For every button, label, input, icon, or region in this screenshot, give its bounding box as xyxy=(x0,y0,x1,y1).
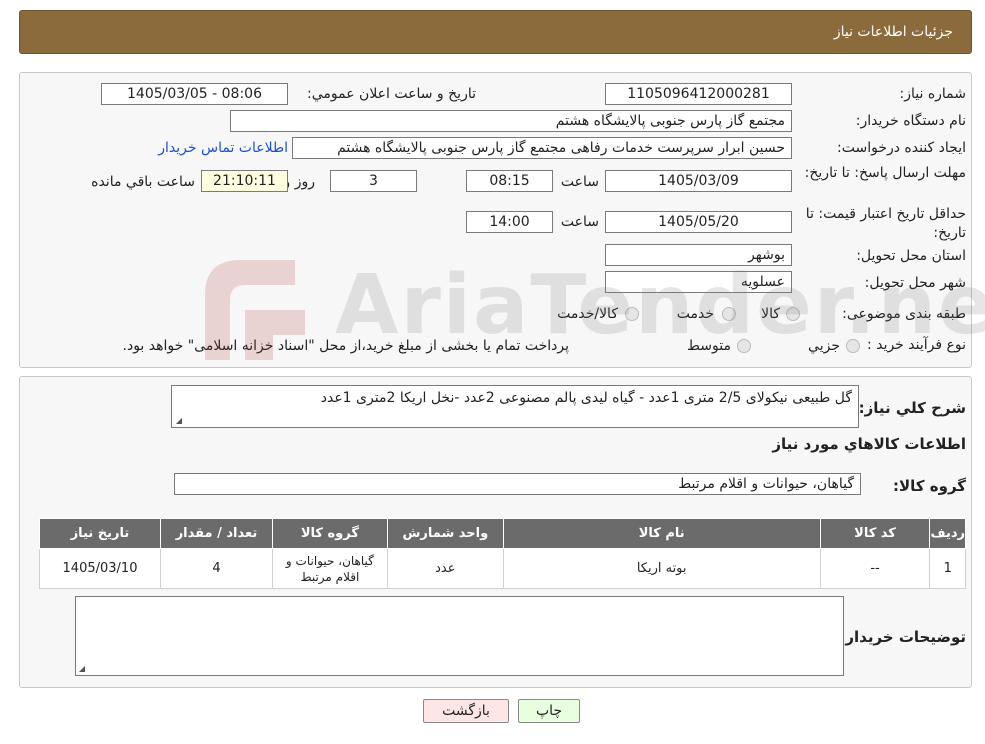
category-label: طبقه بندی موضوعی: xyxy=(842,306,966,322)
cell-group: گیاهان، حیوانات و اقلام مرتبط xyxy=(271,548,388,589)
col-unit: واحد شمارش xyxy=(386,518,504,549)
province-field: بوشهر xyxy=(605,244,792,266)
buyer-field: مجتمع گاز پارس جنوبی پالایشگاه هشتم xyxy=(230,110,792,132)
process-radio-minor[interactable] xyxy=(846,339,860,353)
buyer-contact-link[interactable]: اطلاعات تماس خريدار xyxy=(158,140,288,156)
group-field: گیاهان، حیوانات و اقلام مرتبط xyxy=(174,473,861,495)
deadline-label: مهلت ارسال پاسخ: تا تاريخ: xyxy=(801,164,966,183)
category-radio-goods[interactable] xyxy=(786,307,800,321)
need-number-field: 1105096412000281 xyxy=(605,83,792,105)
col-group: گروه کالا xyxy=(271,518,388,549)
validity-time-label: ساعت xyxy=(560,214,599,230)
validity-time-field: 14:00 xyxy=(466,211,553,233)
buyer-label: نام دستگاه خريدار: xyxy=(855,113,966,129)
table-row: 1 -- بوته اریکا عدد گیاهان، حیوانات و اق… xyxy=(39,548,966,589)
resize-handle-icon[interactable]: ◢ xyxy=(174,417,182,425)
cell-date: 1405/03/10 xyxy=(39,548,161,589)
category-radio-both[interactable] xyxy=(625,307,639,321)
process-option-minor: جزيي xyxy=(808,338,840,354)
group-label: گروه کالا: xyxy=(893,477,966,495)
process-treasury-note: پرداخت تمام يا بخشی از مبلغ خريد،از محل … xyxy=(122,338,569,354)
col-date: تاريخ نياز xyxy=(39,518,161,549)
announce-field: 1405/03/05 - 08:06 xyxy=(101,83,288,105)
days-field: 3 xyxy=(330,170,417,192)
buyer-notes-textarea[interactable]: ◢ xyxy=(75,596,844,676)
items-heading: اطلاعات کالاهاي مورد نياز xyxy=(772,435,966,453)
process-option-medium: متوسط xyxy=(687,338,731,354)
cell-unit: عدد xyxy=(386,548,504,589)
description-text: گل طبیعی نیکولای 2/5 متری 1عدد - گیاه لی… xyxy=(320,390,852,406)
description-label: شرح کلي نياز: xyxy=(858,399,966,417)
creator-label: ايجاد کننده درخواست: xyxy=(837,140,966,156)
col-code: کد کالا xyxy=(819,518,931,549)
deadline-label-text: مهلت ارسال پاسخ: تا تاريخ: xyxy=(804,165,966,181)
city-field: عسلويه xyxy=(605,271,792,293)
cell-name: بوته اریکا xyxy=(502,548,821,589)
remaining-label: ساعت باقي مانده xyxy=(91,174,195,190)
cell-qty: 4 xyxy=(160,548,273,589)
deadline-date-field: 1405/03/09 xyxy=(605,170,792,192)
days-label: روز و xyxy=(283,174,316,190)
deadline-time-field: 08:15 xyxy=(466,170,553,192)
validity-label: حداقل تاريخ اعتبار قيمت: تا تاريخ: xyxy=(791,205,966,243)
category-option-goods: کالا xyxy=(761,306,780,322)
validity-label-text: حداقل تاريخ اعتبار قيمت: تا تاريخ: xyxy=(805,206,966,241)
category-radio-service[interactable] xyxy=(722,307,736,321)
remaining-time-field: 21:10:11 xyxy=(201,170,288,192)
col-qty: تعداد / مقدار xyxy=(160,518,273,549)
cell-code: -- xyxy=(819,548,931,589)
description-textarea[interactable]: گل طبیعی نیکولای 2/5 متری 1عدد - گیاه لی… xyxy=(171,385,859,428)
category-option-both: کالا/خدمت xyxy=(557,306,618,322)
creator-field: حسین ابرار سرپرست خدمات رفاهی مجتمع گاز … xyxy=(292,137,792,159)
back-button[interactable]: بازگشت xyxy=(423,699,509,723)
process-radio-medium[interactable] xyxy=(737,339,751,353)
validity-date-field: 1405/05/20 xyxy=(605,211,792,233)
col-row: رديف xyxy=(929,518,966,549)
buyer-notes-label: توضيحات خريدار: xyxy=(839,628,966,646)
items-table-header: رديف کد کالا نام کالا واحد شمارش گروه کا… xyxy=(39,518,966,549)
category-option-service: خدمت xyxy=(676,306,714,322)
process-label: نوع فرآيند خريد : xyxy=(867,337,966,353)
col-name: نام کالا xyxy=(502,518,821,549)
need-number-label: شماره نیاز: xyxy=(899,86,967,102)
resize-handle-icon[interactable]: ◢ xyxy=(78,665,86,673)
page-title: جزئیات اطلاعات نیاز xyxy=(833,24,953,40)
cell-row: 1 xyxy=(929,548,966,589)
deadline-time-label: ساعت xyxy=(560,174,599,190)
city-label: شهر محل تحويل: xyxy=(864,275,966,291)
province-label: استان محل تحويل: xyxy=(856,248,966,264)
print-button[interactable]: چاپ xyxy=(518,699,580,723)
announce-label: تاریخ و ساعت اعلان عمومي: xyxy=(307,86,476,102)
items-table: رديف کد کالا نام کالا واحد شمارش گروه کا… xyxy=(39,518,966,589)
page-header: جزئیات اطلاعات نیاز xyxy=(19,10,972,54)
